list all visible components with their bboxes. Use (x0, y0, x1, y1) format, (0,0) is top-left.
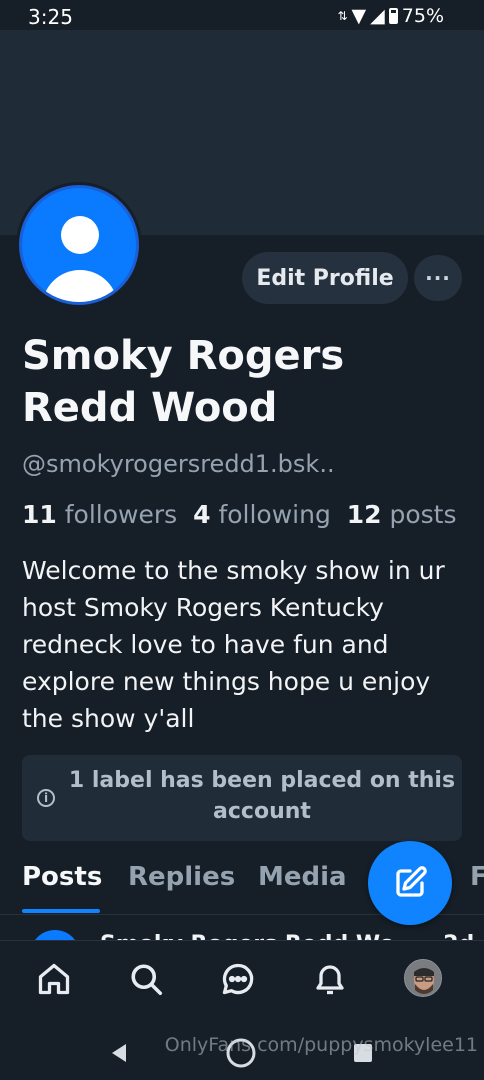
back-icon[interactable] (108, 1042, 130, 1064)
edit-profile-button[interactable]: Edit Profile (242, 252, 408, 304)
display-name: Smoky Rogers Redd Wood (22, 333, 345, 431)
signal-icon: ◢ (370, 5, 385, 27)
profile-stats: 11 followers 4 following 12 posts (22, 500, 457, 529)
posts-label: posts (389, 500, 457, 529)
info-icon: i (37, 789, 55, 807)
posts-count: 12 (346, 500, 382, 529)
nav-search[interactable] (126, 959, 166, 999)
label-notice-text: 1 label has been placed on this account (68, 768, 456, 824)
nav-notifications[interactable] (310, 959, 350, 999)
bottom-navigation (0, 940, 484, 1021)
posts-stat: 12 posts (347, 500, 457, 529)
compose-icon (396, 866, 427, 897)
battery-percent: 75% (401, 5, 444, 27)
battery-icon (388, 8, 398, 24)
followers-count: 11 (22, 500, 57, 529)
profile-bio: Welcome to the smoky show in ur host Smo… (22, 556, 445, 733)
profile-handle: @smokyrogersredd1.bsk.. (22, 450, 335, 478)
following-label: following (218, 500, 331, 529)
data-arrows-icon: ⇅ (337, 9, 348, 23)
status-time: 3:25 (28, 5, 73, 29)
avatar-body (42, 270, 118, 302)
label-notice[interactable]: i 1 label has been placed on this accoun… (22, 755, 462, 841)
status-icons: ⇅ ▼ ◢ 75% (337, 5, 444, 27)
nav-profile-avatar[interactable] (404, 959, 442, 997)
nav-chat[interactable] (218, 959, 258, 999)
status-bar: 3:25 ⇅ ▼ ◢ 75% (0, 0, 484, 30)
followers-link[interactable]: 11 followers (22, 500, 177, 529)
home-icon (38, 963, 70, 995)
chat-icon (222, 963, 254, 995)
followers-label: followers (64, 500, 178, 529)
default-avatar-icon (22, 188, 136, 302)
user-photo-avatar (405, 960, 441, 996)
profile-avatar[interactable] (16, 182, 142, 308)
compose-button[interactable] (368, 841, 452, 925)
tab-feeds[interactable]: F (470, 862, 484, 892)
tab-replies[interactable]: Replies (128, 862, 235, 892)
nav-home[interactable] (34, 959, 74, 999)
search-icon (131, 964, 163, 996)
following-count: 4 (193, 500, 211, 529)
watermark: OnlyFans.com/puppysmokylee11 (164, 1034, 478, 1056)
avatar-head (61, 216, 99, 254)
active-tab-indicator (22, 909, 100, 913)
wifi-icon: ▼ (351, 5, 367, 27)
tab-posts[interactable]: Posts (22, 862, 102, 892)
bell-icon (316, 965, 344, 995)
tab-media[interactable]: Media (258, 862, 347, 892)
more-options-button[interactable]: ··· (414, 255, 462, 301)
following-link[interactable]: 4 following (193, 500, 331, 529)
